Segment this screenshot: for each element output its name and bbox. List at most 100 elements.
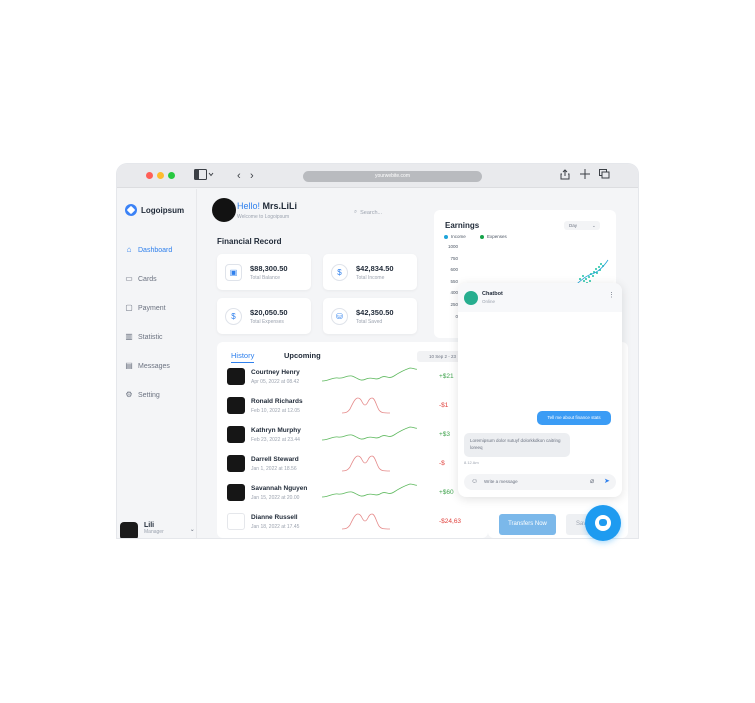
chevron-down-icon[interactable]: ⌄ (190, 526, 195, 533)
saved-card[interactable]: ⛁ $42,350.50 Total Saved (323, 298, 417, 334)
sidebar-item-dashboard[interactable]: ⌂ Dashboard (125, 246, 173, 254)
sparkline (341, 513, 391, 530)
message-time: 8.12 Am (464, 460, 479, 465)
chat-message-input[interactable]: ☺ Write a message ⌀ ➤ (464, 474, 616, 490)
period-select[interactable]: Day ⌄ (564, 221, 600, 230)
minimize-window-button[interactable] (157, 172, 164, 179)
y-tick-label: 750 (450, 255, 458, 261)
chat-status: Online (482, 299, 496, 304)
share-icon[interactable] (560, 169, 570, 184)
legend-income: Income (444, 234, 466, 239)
back-arrow-icon[interactable]: ‹ (237, 169, 241, 183)
avatar (227, 426, 245, 443)
sidebar-item-messages[interactable]: ▤ Messages (125, 362, 170, 370)
address-bar[interactable]: yourwebite.com (303, 171, 482, 182)
browser-titlebar: ‹ › yourwebite.com (117, 164, 638, 188)
attachment-icon[interactable]: ⌀ (590, 474, 594, 490)
avatar (227, 368, 245, 385)
chart-icon: ▥ (125, 332, 133, 341)
sparkline (322, 483, 417, 498)
forward-arrow-icon[interactable]: › (250, 169, 254, 183)
expense-icon: $ (225, 307, 242, 325)
emoji-icon[interactable]: ☺ (471, 474, 478, 490)
row-name: Courtney Henry (251, 369, 300, 376)
income-card[interactable]: $ $42,834.50 Total Income (323, 254, 417, 290)
logo: Logoipsum (125, 204, 184, 216)
sidebar-item-label: Cards (138, 275, 157, 283)
period-value: Day (569, 223, 578, 228)
table-row[interactable]: Dianne Russell Jan 18, 2022 at 17.45 -$2… (227, 511, 477, 533)
sidebar-item-label: Messages (138, 362, 170, 370)
row-name: Kathryn Murphy (251, 427, 301, 434)
sidebar-item-payment[interactable]: ▢ Payment (125, 304, 165, 312)
row-name: Ronald Richards (251, 398, 303, 405)
sidebar-item-setting[interactable]: ⚙ Setting (125, 391, 159, 399)
balance-card[interactable]: ▣ $88,300.50 Total Balance (217, 254, 311, 290)
row-amount: +$3 (439, 431, 451, 438)
table-row[interactable]: Ronald Richards Feb 10, 2022 at 12.05 -$… (227, 395, 477, 417)
sparkline (322, 367, 417, 382)
transfer-now-button[interactable]: Transfers Now (499, 514, 556, 535)
logo-icon (125, 204, 137, 216)
close-window-button[interactable] (146, 172, 153, 179)
sidebar-item-cards[interactable]: ▭ Cards (125, 275, 157, 283)
tab-upcoming[interactable]: Upcoming (284, 351, 321, 360)
row-amount: -$1 (439, 402, 449, 409)
history-panel: History Upcoming 10 Sep 2 - 23 Courtney … (217, 342, 488, 538)
welcome-text: Welcome to Logoipsum (237, 214, 290, 220)
sparkline (322, 426, 417, 441)
maximize-window-button[interactable] (168, 172, 175, 179)
row-date: Apr 05, 2022 at 08.42 (251, 379, 300, 385)
chatbot-toggle-button[interactable] (585, 505, 621, 541)
wallet-icon: ▣ (225, 263, 242, 281)
legend-dot (480, 234, 484, 239)
user-profile-menu[interactable]: Lili Manager ⌄ (120, 522, 195, 538)
sidebar: Logoipsum ⌂ Dashboard ▭ Cards ▢ Payment … (117, 189, 197, 538)
avatar (227, 397, 245, 414)
table-row[interactable]: Courtney Henry Apr 05, 2022 at 08.42 +$2… (227, 366, 477, 388)
tab-history[interactable]: History (231, 351, 255, 363)
chat-title: Chatbot (482, 291, 503, 297)
card-value: $20,050.50 (250, 307, 288, 317)
avatar (227, 484, 245, 501)
sidebar-item-statistic[interactable]: ▥ Statistic (125, 332, 162, 341)
card-value: $88,300.50 (250, 263, 288, 273)
search-input[interactable]: ⌕ Search... (350, 206, 420, 219)
avatar (227, 513, 245, 530)
savings-icon: ⛁ (331, 307, 348, 325)
chat-header: Chatbot Online ⋮ (458, 283, 622, 312)
avatar (120, 522, 138, 538)
row-date: Jan 1, 2022 at 18.56 (251, 466, 297, 472)
earnings-title: Earnings (445, 221, 480, 230)
table-row[interactable]: Savannah Nguyen Jan 15, 2022 at 20.00 +$… (227, 482, 477, 504)
row-amount: -$ (439, 460, 445, 467)
sidebar-toggle-icon[interactable] (194, 169, 214, 185)
section-title: Financial Record (217, 237, 282, 246)
row-amount: +$60 (439, 489, 454, 496)
bot-avatar (464, 291, 478, 305)
row-date: Feb 23, 2022 at 23.44 (251, 437, 300, 443)
y-tick-label: 250 (450, 302, 458, 307)
legend-dot (444, 234, 448, 239)
greeting-hello: Hello! (237, 201, 261, 211)
send-icon[interactable]: ➤ (604, 474, 610, 490)
more-options-icon[interactable]: ⋮ (608, 291, 615, 299)
search-icon: ⌕ (354, 209, 358, 215)
income-icon: $ (331, 263, 348, 281)
bot-icon (595, 515, 611, 531)
user-message: Tell me about finance stats (537, 411, 611, 425)
user-name: Lili (144, 522, 155, 529)
row-name: Darrell Steward (251, 456, 299, 463)
tabs-overview-icon[interactable] (599, 169, 610, 183)
table-row[interactable]: Kathryn Murphy Feb 23, 2022 at 23.44 +$3 (227, 424, 477, 446)
row-name: Dianne Russell (251, 514, 298, 521)
sparkline (341, 455, 391, 472)
new-tab-icon[interactable] (580, 169, 590, 183)
search-placeholder: Search... (360, 209, 383, 216)
y-tick-label: 0 (455, 313, 458, 319)
table-row[interactable]: Darrell Steward Jan 1, 2022 at 18.56 -$ (227, 453, 477, 475)
row-amount: +$21 (439, 373, 454, 380)
y-tick-label: 400 (450, 290, 458, 296)
expenses-card[interactable]: $ $20,050.50 Total Expenses (217, 298, 311, 334)
date-range-text: 10 Sep 2 - 23 (429, 354, 457, 359)
